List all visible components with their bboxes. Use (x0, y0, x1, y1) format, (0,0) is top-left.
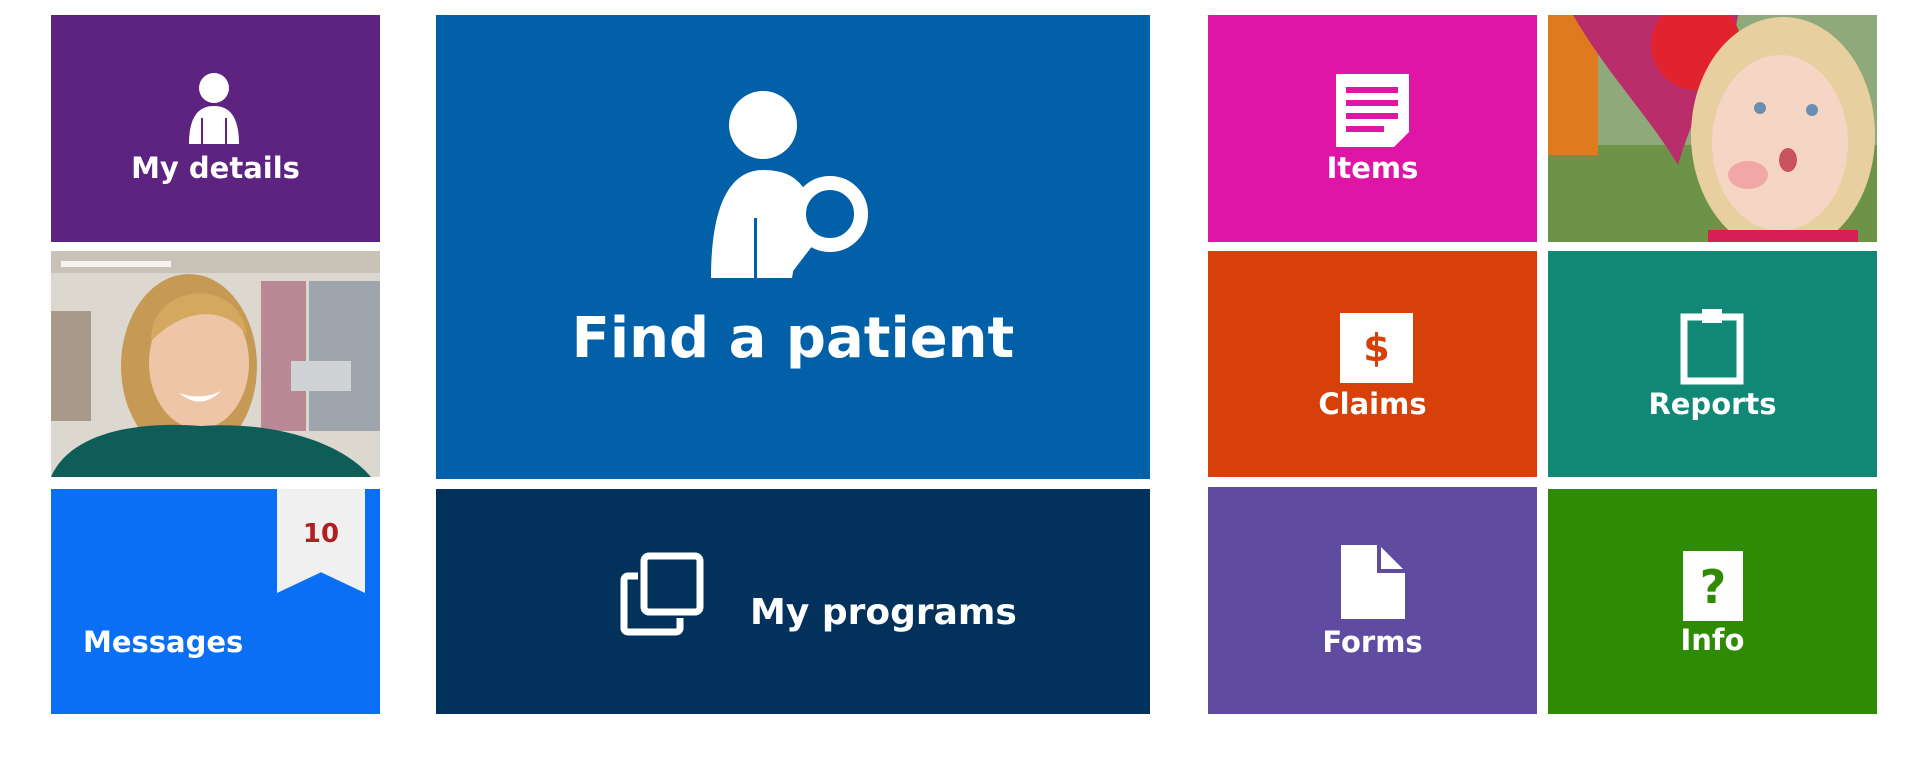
find-a-patient-tile[interactable]: Find a patient (436, 15, 1150, 479)
message-count-badge: 10 (277, 489, 365, 593)
info-tile[interactable]: ? Info (1548, 489, 1877, 714)
user-search-icon (711, 91, 868, 278)
info-label: Info (1680, 623, 1745, 657)
reports-tile[interactable]: Reports (1548, 251, 1877, 477)
my-details-label: My details (131, 151, 300, 185)
nurse-photo (51, 251, 380, 477)
nurse-photo-illustration (51, 251, 380, 477)
reports-label: Reports (1648, 387, 1777, 421)
messages-label: Messages (83, 625, 244, 659)
message-count: 10 (302, 519, 340, 549)
claims-label: Claims (1318, 387, 1427, 421)
my-programs-label: My programs (750, 592, 1017, 633)
user-icon (189, 73, 239, 144)
claims-tile[interactable]: $ Claims (1208, 251, 1537, 477)
child-photo (1548, 15, 1877, 242)
clipboard-icon (1680, 309, 1744, 385)
svg-text:?: ? (1700, 560, 1727, 614)
copy-icon (620, 552, 704, 636)
my-details-tile[interactable]: My details (51, 15, 380, 242)
my-programs-tile[interactable]: My programs (436, 489, 1150, 714)
document-lines-icon (1336, 74, 1409, 147)
find-a-patient-label: Find a patient (571, 306, 1015, 371)
items-tile[interactable]: Items (1208, 15, 1537, 242)
items-label: Items (1326, 151, 1419, 185)
forms-label: Forms (1322, 625, 1423, 659)
messages-tile[interactable]: 10 Messages (51, 489, 380, 714)
svg-text:$: $ (1363, 326, 1389, 370)
dollar-icon: $ (1340, 313, 1413, 383)
child-photo-illustration (1548, 15, 1877, 242)
forms-tile[interactable]: Forms (1208, 487, 1537, 714)
file-icon (1341, 545, 1405, 619)
question-icon: ? (1683, 551, 1743, 621)
